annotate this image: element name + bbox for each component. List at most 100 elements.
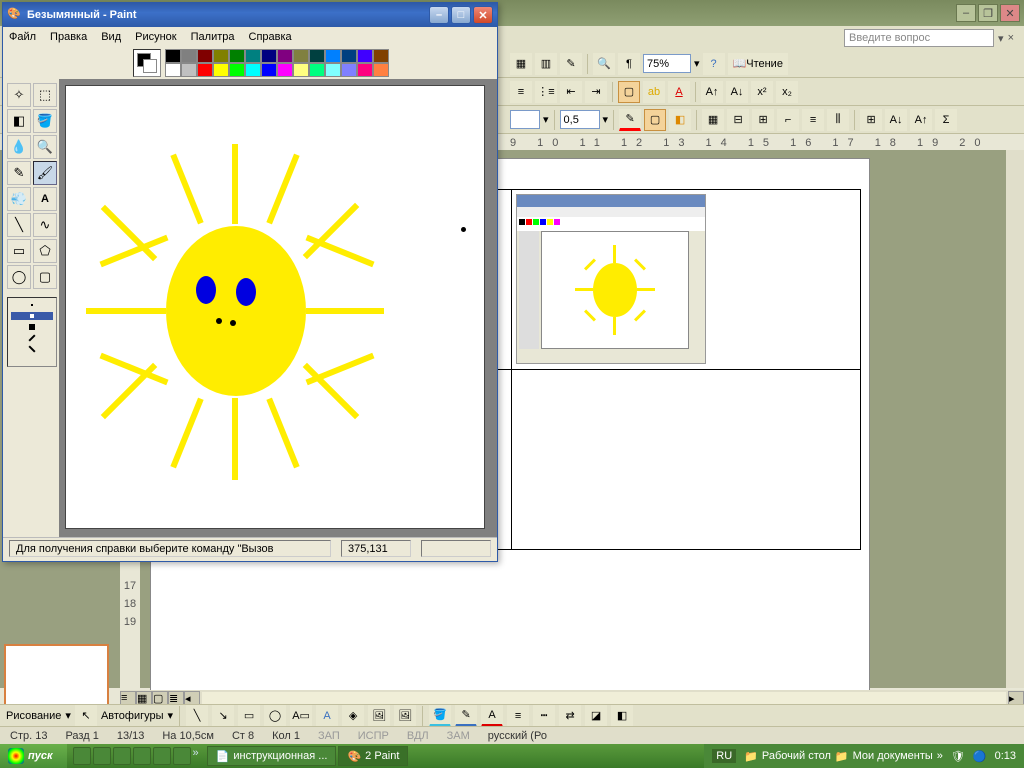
select-arrow-icon[interactable]: ↖ — [75, 705, 97, 727]
eyedropper-tool[interactable]: 💧 — [7, 135, 31, 159]
zoom-dropdown-icon[interactable]: ▾ — [694, 57, 700, 70]
paint-maximize-button[interactable]: □ — [451, 6, 471, 24]
word-close-button[interactable]: ✕ — [1000, 4, 1020, 22]
textbox-icon[interactable]: A▭ — [290, 705, 312, 727]
line-tool[interactable]: ╲ — [7, 213, 31, 237]
palette-color[interactable] — [357, 49, 373, 63]
palette-color[interactable] — [373, 49, 389, 63]
tray-icon[interactable]: 🛡 — [951, 750, 965, 763]
help-icon[interactable]: ? — [703, 53, 725, 75]
arrow-icon[interactable]: ↘ — [212, 705, 234, 727]
word-minimize-button[interactable]: – — [956, 4, 976, 22]
ql-app-icon[interactable] — [173, 747, 191, 765]
ellipse-tool[interactable]: ◯ — [7, 265, 31, 289]
distribute-cols-icon[interactable]: ⫼ — [827, 109, 849, 131]
ql-ie-icon[interactable] — [73, 747, 91, 765]
clock[interactable]: 0:13 — [995, 750, 1016, 762]
magnifier-tool[interactable]: 🔍 — [33, 135, 57, 159]
palette-color[interactable] — [181, 49, 197, 63]
ql-app-icon[interactable] — [153, 747, 171, 765]
border-icon[interactable]: ▢ — [618, 81, 640, 103]
palette-color[interactable] — [245, 63, 261, 77]
shadow-icon[interactable]: ◪ — [585, 705, 607, 727]
rectangle-tool[interactable]: ▭ — [7, 239, 31, 263]
table-cell[interactable] — [511, 370, 861, 550]
tool-options[interactable] — [7, 297, 57, 367]
pencil-tool[interactable]: ✎ — [7, 161, 31, 185]
palette-color[interactable] — [261, 49, 277, 63]
menu-edit[interactable]: Правка — [50, 31, 87, 43]
palette-color[interactable] — [309, 49, 325, 63]
curve-tool[interactable]: ∿ — [33, 213, 57, 237]
sort-desc-icon[interactable]: A↑ — [910, 109, 932, 131]
ask-close-icon[interactable]: × — [1008, 32, 1014, 44]
autoshapes-dd-icon[interactable]: ▾ — [168, 709, 174, 722]
table-cell[interactable] — [511, 190, 861, 370]
airbrush-tool[interactable]: 💨 — [7, 187, 31, 211]
palette-color[interactable] — [197, 49, 213, 63]
menu-help[interactable]: Справка — [249, 31, 292, 43]
word-vscrollbar[interactable] — [1006, 150, 1024, 688]
paint-minimize-button[interactable]: – — [429, 6, 449, 24]
highlight-icon[interactable]: ab — [643, 81, 665, 103]
taskbar-task-word[interactable]: 📄 инструкционная ... — [207, 746, 337, 766]
draw-dd-icon[interactable]: ▾ — [65, 709, 71, 722]
palette-color[interactable] — [181, 63, 197, 77]
dash-style-icon[interactable]: ┅ — [533, 705, 555, 727]
palette-color[interactable] — [213, 49, 229, 63]
ql-desktop-icon[interactable] — [113, 747, 131, 765]
palette-color[interactable] — [245, 49, 261, 63]
pen-color-icon[interactable]: ✎ — [619, 109, 641, 131]
line-weight-icon[interactable]: ≡ — [507, 705, 529, 727]
drawing-icon[interactable]: ✎ — [560, 53, 582, 75]
draw-menu[interactable]: Рисование — [6, 710, 61, 722]
palette-color[interactable] — [229, 63, 245, 77]
menu-image[interactable]: Рисунок — [135, 31, 177, 43]
font-color-draw-icon[interactable]: A — [481, 705, 503, 727]
rect-select-tool[interactable]: ⬚ — [33, 83, 57, 107]
mydocs-link[interactable]: Мои документы — [853, 750, 933, 762]
polygon-tool[interactable]: ⬠ — [33, 239, 57, 263]
autoshapes-menu[interactable]: Автофигуры — [101, 710, 164, 722]
showmarks-icon[interactable]: ¶ — [618, 53, 640, 75]
shrink-font-icon[interactable]: A↓ — [726, 81, 748, 103]
word-maximize-button[interactable]: ❐ — [978, 4, 998, 22]
outdent-icon[interactable]: ⇤ — [560, 81, 582, 103]
tray-overflow-icon[interactable]: » — [937, 750, 943, 762]
text-tool[interactable]: A — [33, 187, 57, 211]
brush-tool[interactable]: 🖌 — [33, 161, 57, 185]
split-icon[interactable]: ⊞ — [752, 109, 774, 131]
fill-color-icon[interactable]: 🪣 — [429, 705, 451, 727]
palette-color[interactable] — [277, 63, 293, 77]
status-ext[interactable]: ВДЛ — [407, 730, 429, 742]
menu-file[interactable]: Файл — [9, 31, 36, 43]
columns-icon[interactable]: ▥ — [535, 53, 557, 75]
merge-icon[interactable]: ⊟ — [727, 109, 749, 131]
status-rec[interactable]: ЗАП — [318, 730, 340, 742]
bullets-icon[interactable]: ⋮≡ — [535, 81, 557, 103]
subscript-icon[interactable]: x₂ — [776, 81, 798, 103]
eraser-tool[interactable]: ◧ — [7, 109, 31, 133]
oval-icon[interactable]: ◯ — [264, 705, 286, 727]
start-button[interactable]: пуск — [0, 744, 67, 768]
insert-table-icon[interactable]: ▦ — [702, 109, 724, 131]
diagram-icon[interactable]: ◈ — [342, 705, 364, 727]
palette-color[interactable] — [261, 63, 277, 77]
picture-icon[interactable]: 🖼 — [394, 705, 416, 727]
palette-color[interactable] — [197, 63, 213, 77]
sort-asc-icon[interactable]: A↓ — [885, 109, 907, 131]
ask-question-box[interactable]: Введите вопрос — [844, 29, 994, 47]
menu-view[interactable]: Вид — [101, 31, 121, 43]
palette-color[interactable] — [277, 49, 293, 63]
rounded-rect-tool[interactable]: ▢ — [33, 265, 57, 289]
distribute-rows-icon[interactable]: ≡ — [802, 109, 824, 131]
current-colors[interactable] — [133, 49, 161, 77]
line-icon[interactable]: ╲ — [186, 705, 208, 727]
paint-titlebar[interactable]: 🎨 Безымянный - Paint – □ ✕ — [3, 3, 497, 27]
palette-color[interactable] — [325, 63, 341, 77]
zoom-combo[interactable]: 75% — [643, 54, 691, 73]
align-top-icon[interactable]: ⌐ — [777, 109, 799, 131]
font-color-icon[interactable]: A — [668, 81, 690, 103]
freeform-select-tool[interactable]: ✧ — [7, 83, 31, 107]
palette-color[interactable] — [341, 49, 357, 63]
